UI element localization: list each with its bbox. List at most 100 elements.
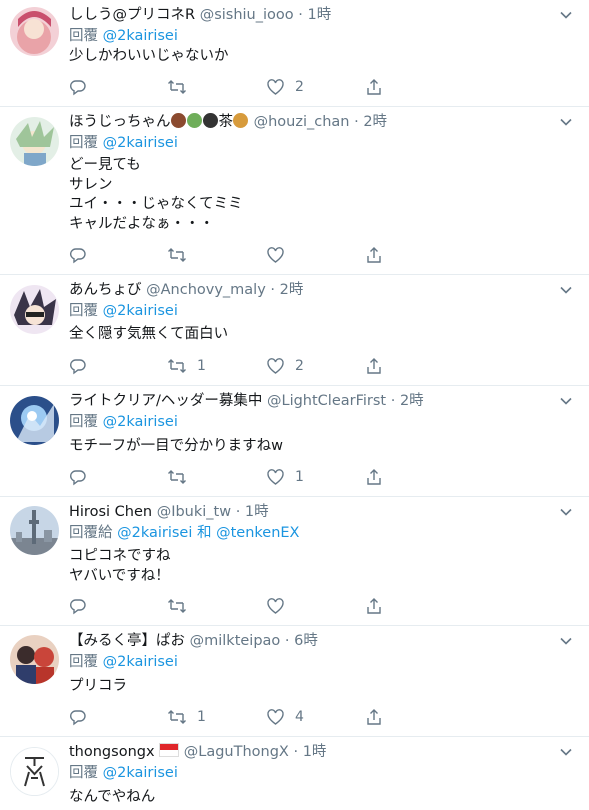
tweet[interactable]: ほうじっちゃん茶 @houzi_chan · 2時 回覆 @2kairisei … (0, 107, 589, 275)
avatar[interactable] (10, 117, 59, 166)
mention-link[interactable]: @2kairisei (103, 28, 178, 44)
like-button[interactable]: 4 (266, 706, 304, 728)
like-button[interactable]: 2 (266, 76, 304, 98)
user-handle[interactable]: @sishiu_iooo (200, 7, 294, 23)
share-button[interactable] (365, 244, 383, 266)
display-name[interactable]: ほうじっちゃん茶 (69, 113, 249, 130)
emoji-icon (186, 113, 202, 128)
user-handle[interactable]: @houzi_chan (254, 114, 350, 130)
retweet-button[interactable] (167, 595, 197, 617)
reply-context: 回覆 @2kairisei (69, 301, 178, 321)
like-button[interactable] (266, 595, 295, 617)
user-handle[interactable]: @milkteipao (190, 633, 281, 649)
avatar[interactable] (10, 285, 59, 334)
reply-context: 回覆 @2kairisei (69, 763, 178, 783)
mention-link[interactable]: @2kairisei (103, 765, 178, 781)
retweet-button[interactable] (167, 76, 197, 98)
reply-context: 回覆 @2kairisei (69, 26, 178, 46)
like-button[interactable]: 1 (266, 466, 304, 488)
user-handle[interactable]: @LightClearFirst (267, 393, 386, 409)
avatar[interactable] (10, 7, 59, 56)
reply-prefix: 回覆 (69, 28, 98, 44)
retweet-button[interactable] (167, 244, 197, 266)
timestamp[interactable]: 2時 (363, 114, 387, 130)
mention-link[interactable]: @2kairisei (103, 654, 178, 670)
tweet-actions: 1 (69, 466, 399, 488)
reply-button[interactable] (69, 595, 97, 617)
separator-dot: · (270, 282, 276, 298)
like-button[interactable]: 2 (266, 355, 304, 377)
chevron-down-icon[interactable] (559, 634, 573, 648)
chevron-down-icon[interactable] (559, 505, 573, 519)
tweet-text: どー見ても サレン ユイ・・・じゃなくてミミ キャルだよなぁ・・・ (69, 157, 243, 232)
reply-icon (70, 248, 86, 264)
like-icon (267, 709, 284, 725)
display-name[interactable]: 【みるく亭】ぱお (69, 633, 185, 649)
retweet-button[interactable]: 1 (167, 355, 206, 377)
reply-button[interactable] (69, 355, 97, 377)
tweet-header: ほうじっちゃん茶 @houzi_chan · 2時 (69, 111, 387, 133)
chevron-down-icon[interactable] (559, 115, 573, 129)
timestamp[interactable]: 1時 (303, 744, 327, 760)
reply-button[interactable] (69, 466, 97, 488)
reply-icon (70, 470, 86, 486)
tweet[interactable]: ししう@プリコネR @sishiu_iooo · 1時 回覆 @2kairise… (0, 0, 589, 107)
timestamp[interactable]: 6時 (294, 633, 318, 649)
chevron-down-icon[interactable] (559, 394, 573, 408)
separator-dot: · (293, 744, 299, 760)
mention-link[interactable]: @2kairisei (103, 303, 178, 319)
reply-button[interactable] (69, 76, 97, 98)
timestamp[interactable]: 2時 (280, 282, 304, 298)
share-button[interactable] (365, 355, 383, 377)
tweet[interactable]: thongsongx @LaguThongX · 1時 回覆 @2kairise… (0, 737, 589, 810)
display-name[interactable]: ライトクリア/ヘッダー募集中 (69, 393, 262, 409)
timestamp[interactable]: 1時 (245, 504, 269, 520)
like-button[interactable] (266, 244, 295, 266)
chevron-down-icon[interactable] (559, 8, 573, 22)
tweet-text: なんでやねん (69, 789, 156, 805)
display-name[interactable]: thongsongx (69, 743, 180, 760)
avatar[interactable] (10, 747, 59, 796)
tweet-text: プリコラ (69, 678, 127, 694)
share-button[interactable] (365, 76, 383, 98)
share-button[interactable] (365, 706, 383, 728)
user-handle[interactable]: @Ibuki_tw (157, 504, 231, 520)
avatar[interactable] (10, 506, 59, 555)
avatar[interactable] (10, 396, 59, 445)
mention-link[interactable]: @2kairisei (103, 135, 178, 151)
tweet[interactable]: 【みるく亭】ぱお @milkteipao · 6時 回覆 @2kairisei … (0, 626, 589, 737)
reply-button[interactable] (69, 706, 97, 728)
like-count: 4 (295, 709, 304, 725)
timestamp[interactable]: 1時 (307, 7, 331, 23)
user-handle[interactable]: @Anchovy_maly (146, 282, 266, 298)
tweet-header: Hirosi Chen @Ibuki_tw · 1時 (69, 501, 269, 523)
tweet[interactable]: あんちょび @Anchovy_maly · 2時 回覆 @2kairisei 全… (0, 275, 589, 386)
tweet-text: 少しかわいいじゃないか (69, 48, 229, 64)
avatar[interactable] (10, 635, 59, 684)
emoji-icon (170, 113, 186, 128)
display-name[interactable]: あんちょび (69, 282, 142, 298)
chevron-down-icon[interactable] (559, 283, 573, 297)
mention-link[interactable]: @tenkenEX (216, 525, 299, 541)
display-name[interactable]: Hirosi Chen (69, 504, 152, 520)
reply-prefix: 回覆 (69, 414, 98, 430)
chevron-down-icon[interactable] (559, 745, 573, 759)
reply-button[interactable] (69, 244, 97, 266)
tweet[interactable]: ライトクリア/ヘッダー募集中 @LightClearFirst · 2時 回覆 … (0, 386, 589, 497)
reply-context: 回覆給 @2kairisei 和 @tenkenEX (69, 523, 300, 543)
share-button[interactable] (365, 466, 383, 488)
user-handle[interactable]: @LaguThongX (184, 744, 289, 760)
tweet[interactable]: Hirosi Chen @Ibuki_tw · 1時 回覆給 @2kairise… (0, 497, 589, 626)
reply-prefix: 回覆給 (69, 525, 113, 541)
retweet-button[interactable] (167, 466, 197, 488)
mention-link[interactable]: @2kairisei (117, 525, 192, 541)
retweet-icon (168, 599, 186, 613)
mention-link[interactable]: @2kairisei (103, 414, 178, 430)
timestamp[interactable]: 2時 (400, 393, 424, 409)
separator-dot: · (235, 504, 241, 520)
tweet-actions: 1 4 (69, 706, 399, 728)
retweet-button[interactable]: 1 (167, 706, 206, 728)
display-name[interactable]: ししう@プリコネR (69, 7, 195, 23)
share-button[interactable] (365, 595, 383, 617)
reply-context: 回覆 @2kairisei (69, 412, 178, 432)
